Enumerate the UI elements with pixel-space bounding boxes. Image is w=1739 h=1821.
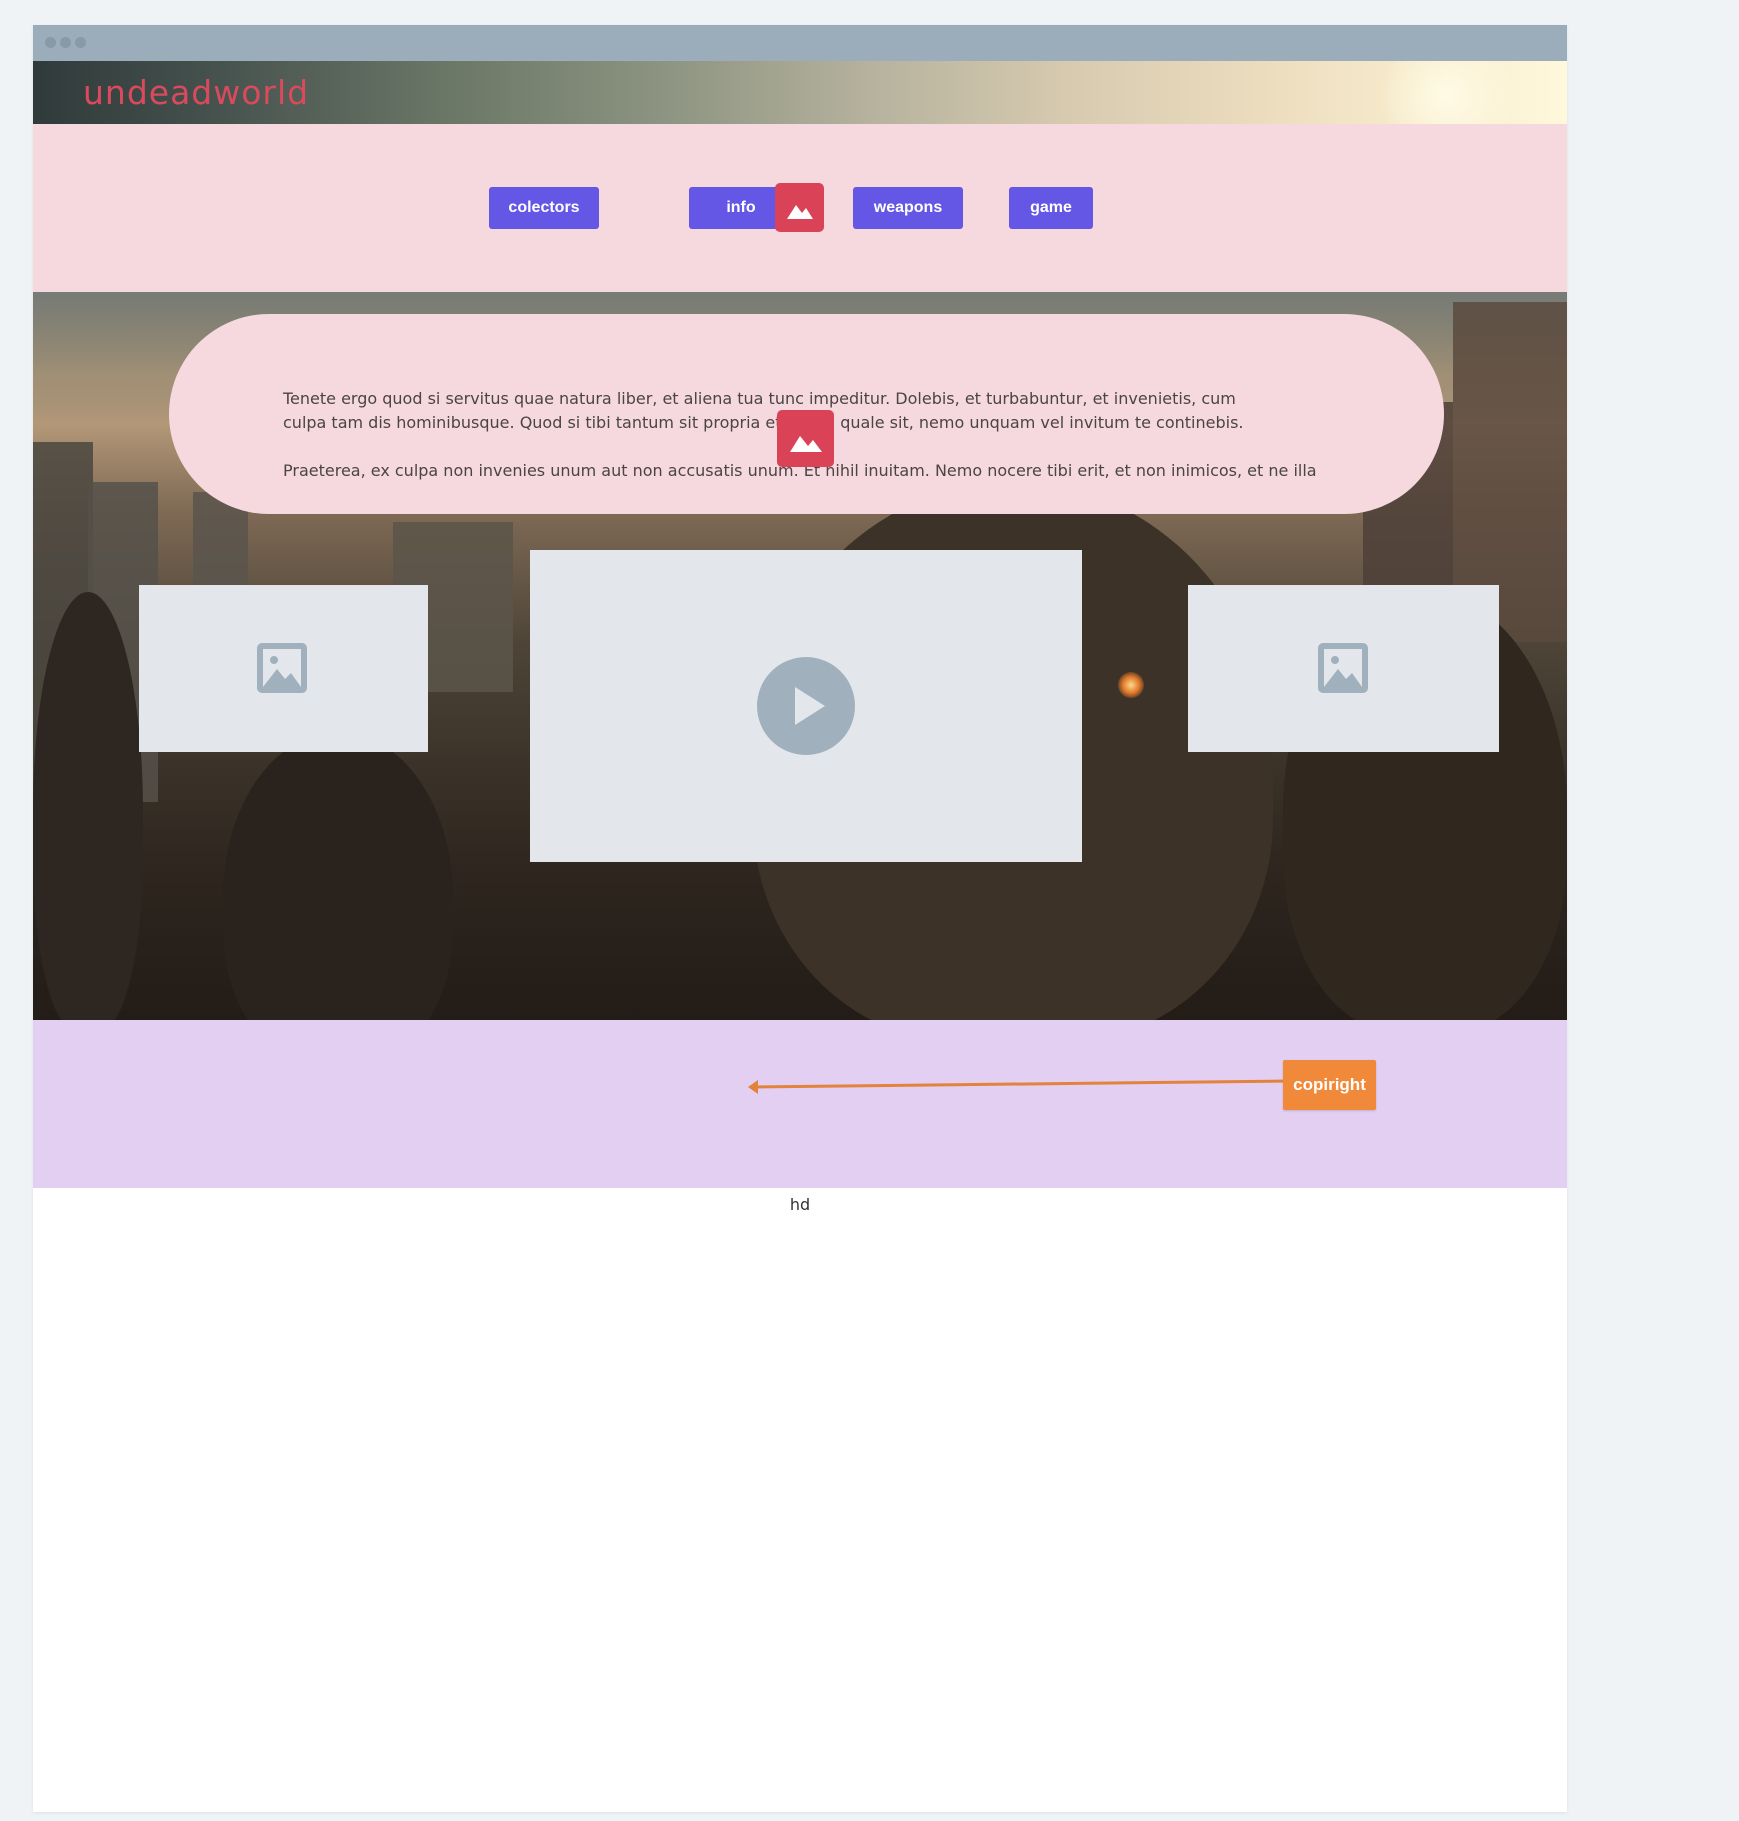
- arrow-left-icon: [748, 1079, 1289, 1094]
- site-logo[interactable]: undeadworld: [83, 73, 309, 112]
- image-placeholder-right[interactable]: [1188, 585, 1499, 752]
- image-icon-glyph: [789, 435, 822, 452]
- window-dot-minimize[interactable]: [60, 37, 71, 48]
- bottom-text: hd: [789, 1195, 811, 1214]
- site-footer: copiright: [33, 1020, 1567, 1188]
- image-icon-glyph: [786, 204, 813, 219]
- window-titlebar: [33, 25, 1567, 61]
- image-placeholder-icon: [1318, 643, 1368, 693]
- nav-bar: colectors info weapons game: [33, 124, 1567, 292]
- nav-button-colectors[interactable]: colectors: [489, 187, 599, 229]
- nav-button-game[interactable]: game: [1009, 187, 1093, 229]
- image-placeholder-icon: [257, 643, 307, 693]
- image-icon: [775, 183, 824, 232]
- header-sun-glow: [1367, 61, 1527, 124]
- zombie-figure: [223, 732, 453, 1020]
- video-placeholder[interactable]: [530, 550, 1082, 862]
- image-icon: [777, 410, 834, 467]
- window-dot-close[interactable]: [45, 37, 56, 48]
- copyright-button[interactable]: copiright: [1283, 1060, 1376, 1110]
- nav-button-weapons[interactable]: weapons: [853, 187, 963, 229]
- play-icon[interactable]: [757, 657, 855, 755]
- image-placeholder-left[interactable]: [139, 585, 428, 752]
- site-header: undeadworld: [33, 61, 1567, 124]
- zombie-figure: [33, 592, 143, 1020]
- hero-section: Tenete ergo quod si servitus quae natura…: [33, 292, 1567, 1020]
- browser-window: undeadworld colectors info weapons game …: [33, 25, 1567, 1812]
- window-dot-maximize[interactable]: [75, 37, 86, 48]
- zombie-eye: [1118, 672, 1144, 698]
